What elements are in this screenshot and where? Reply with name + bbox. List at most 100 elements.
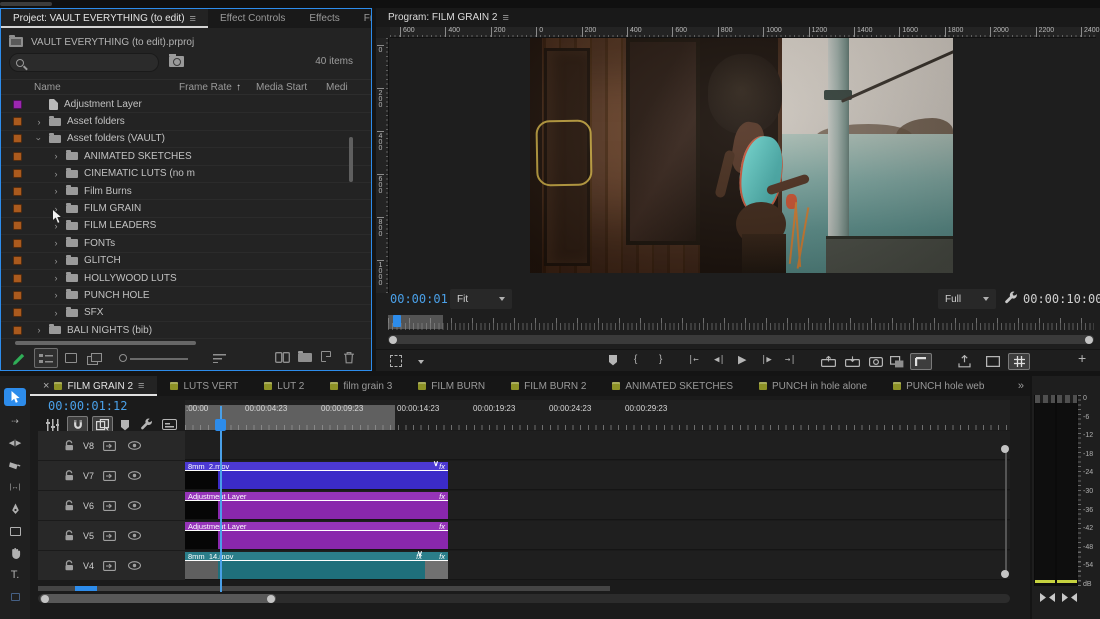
freeform-view-button[interactable]	[87, 353, 100, 363]
search-bin-icon[interactable]	[169, 56, 184, 67]
timeline-vertical-scrollbar[interactable]	[1001, 445, 1010, 578]
program-mini-timeline[interactable]	[388, 315, 1094, 330]
track-lock-icon[interactable]	[64, 500, 74, 511]
new-item-icon[interactable]	[321, 351, 331, 362]
timeline-horizontal-scrollbar[interactable]	[38, 594, 1010, 603]
close-icon[interactable]: ×	[43, 380, 49, 392]
track-header-v5[interactable]: V5	[38, 521, 185, 550]
label-color-swatch[interactable]	[13, 152, 22, 161]
selection-tool-button[interactable]	[4, 388, 26, 406]
fx-badge[interactable]: fx	[439, 462, 445, 471]
label-color-swatch[interactable]	[13, 117, 22, 126]
track-name[interactable]: V5	[83, 531, 103, 541]
track-name[interactable]: V7	[83, 471, 103, 481]
rectangle-tool-button[interactable]	[4, 522, 26, 540]
project-row-adjustment-layer[interactable]: Adjustment Layer	[1, 96, 371, 113]
play-button-icon[interactable]: ▶	[738, 353, 746, 367]
sequence-tab-film-burn[interactable]: FILM BURN	[405, 376, 498, 396]
tree-chevron-icon[interactable]: ›	[35, 325, 43, 335]
track-name[interactable]: V8	[83, 441, 103, 451]
timeline-hscroll-thumb[interactable]	[40, 594, 276, 603]
tree-chevron-icon[interactable]: ›	[34, 135, 44, 143]
sequence-tab-punch-in-hole-alone[interactable]: PUNCH in hole alone	[746, 376, 880, 396]
track-name[interactable]: V4	[83, 561, 103, 571]
label-color-swatch[interactable]	[13, 256, 22, 265]
sync-lock-icon[interactable]	[103, 471, 116, 481]
scrollbar-knob[interactable]	[41, 595, 49, 603]
track-output-eye-icon[interactable]	[128, 471, 141, 480]
project-row-bali-nights-bib[interactable]: ›BALI NIGHTS (bib)	[1, 322, 371, 339]
hand-tool-button[interactable]	[4, 544, 26, 562]
sort-arrow-icon[interactable]: ↑	[236, 82, 241, 93]
col-media-start[interactable]: Media Start	[256, 82, 307, 93]
extract-icon[interactable]	[845, 356, 860, 367]
razor-tool-button[interactable]	[4, 456, 26, 474]
col-name[interactable]: Name	[34, 82, 61, 93]
program-playhead[interactable]	[393, 315, 401, 327]
tab-project[interactable]: Project: VAULT EVERYTHING (to edit) ≡	[1, 9, 208, 28]
chevron-down-icon[interactable]	[418, 360, 424, 364]
mark-out-icon[interactable]: }	[659, 353, 662, 367]
sequence-tab-luts-vert[interactable]: LUTS VERT	[157, 376, 251, 396]
timeline-timecode[interactable]: 00:00:01:12	[48, 399, 127, 413]
sequence-tab-punch-hole-web[interactable]: PUNCH hole web	[880, 376, 997, 396]
label-color-swatch[interactable]	[13, 326, 22, 335]
tree-chevron-icon[interactable]: ›	[52, 273, 60, 283]
track-content-v5[interactable]: Adjustment Layerfx	[185, 521, 1010, 550]
lift-icon[interactable]	[821, 356, 836, 367]
clip-adjustment-layer[interactable]: Adjustment Layerfx	[185, 522, 448, 550]
tab-program[interactable]: Program: FILM GRAIN 2 ≡	[376, 8, 521, 27]
label-color-swatch[interactable]	[13, 221, 22, 230]
new-bin-icon[interactable]	[298, 353, 312, 362]
col-frame-rate[interactable]: Frame Rate	[179, 82, 232, 93]
track-lock-icon[interactable]	[64, 470, 74, 481]
project-row-film-burns[interactable]: ›Film Burns	[1, 183, 371, 200]
solo-right-icon[interactable]	[1062, 593, 1077, 602]
project-row-hollywood-luts[interactable]: ›HOLLYWOOD LUTS	[1, 270, 371, 287]
tree-chevron-icon[interactable]: ›	[52, 151, 60, 161]
sort-options-icon[interactable]	[213, 354, 226, 363]
playhead-line[interactable]	[220, 406, 222, 592]
sequence-tab-overflow-icon[interactable]: »	[1012, 380, 1030, 392]
pen-tool-button[interactable]	[4, 500, 26, 518]
zoom-slider-handle[interactable]	[119, 354, 127, 362]
label-color-swatch[interactable]	[13, 204, 22, 213]
go-to-out-icon[interactable]: →|	[785, 353, 796, 367]
project-row-sfx[interactable]: ›SFX	[1, 305, 371, 322]
tab-frameio[interactable]: Frame.io: Cor	[352, 9, 372, 28]
tree-chevron-icon[interactable]: ›	[52, 308, 60, 318]
track-lock-icon[interactable]	[64, 530, 74, 541]
program-video-preview[interactable]	[530, 38, 953, 273]
tab-effect-controls[interactable]: Effect Controls	[208, 9, 297, 28]
track-lock-icon[interactable]	[64, 440, 74, 451]
project-row-asset-folders-vault[interactable]: ›Asset folders (VAULT)	[1, 131, 371, 148]
track-output-eye-icon[interactable]	[128, 441, 141, 450]
zoom-level-select[interactable]: Fit	[450, 289, 512, 309]
label-color-swatch[interactable]	[13, 291, 22, 300]
trash-icon[interactable]	[343, 351, 355, 364]
sequence-tab-film-grain-3[interactable]: film grain 3	[317, 376, 405, 396]
rulers-grid-button[interactable]	[1008, 353, 1030, 370]
label-color-swatch[interactable]	[13, 274, 22, 283]
add-marker-icon[interactable]	[608, 354, 618, 366]
fx-badge[interactable]: fx	[439, 492, 445, 501]
type-tool-button[interactable]: T.	[4, 566, 26, 584]
sync-lock-icon[interactable]	[103, 531, 116, 541]
solo-left-icon[interactable]	[1040, 593, 1055, 602]
track-header-v8[interactable]: V8	[38, 431, 185, 460]
col-media-end[interactable]: Medi	[326, 82, 348, 93]
scrollbar-knob[interactable]	[389, 336, 397, 344]
overlay-selection-icon[interactable]	[390, 355, 402, 367]
program-panel-menu-icon[interactable]: ≡	[502, 12, 508, 24]
tree-chevron-icon[interactable]: ›	[52, 186, 60, 196]
add-button-icon[interactable]: +	[1078, 351, 1086, 365]
panel-menu-icon[interactable]: ≡	[190, 13, 196, 25]
project-row-animated-sketches[interactable]: ›ANIMATED SKETCHES	[1, 148, 371, 165]
track-select-tool-button[interactable]: ⇢	[4, 412, 26, 430]
project-row-cinematic-luts-no-m[interactable]: ›CINEMATIC LUTS (no m	[1, 166, 371, 183]
zoom-slider-track[interactable]	[130, 358, 188, 360]
panel-divider-grip[interactable]	[0, 2, 52, 6]
label-color-swatch[interactable]	[13, 308, 22, 317]
tree-chevron-icon[interactable]: ›	[52, 169, 60, 179]
track-output-eye-icon[interactable]	[128, 561, 141, 570]
